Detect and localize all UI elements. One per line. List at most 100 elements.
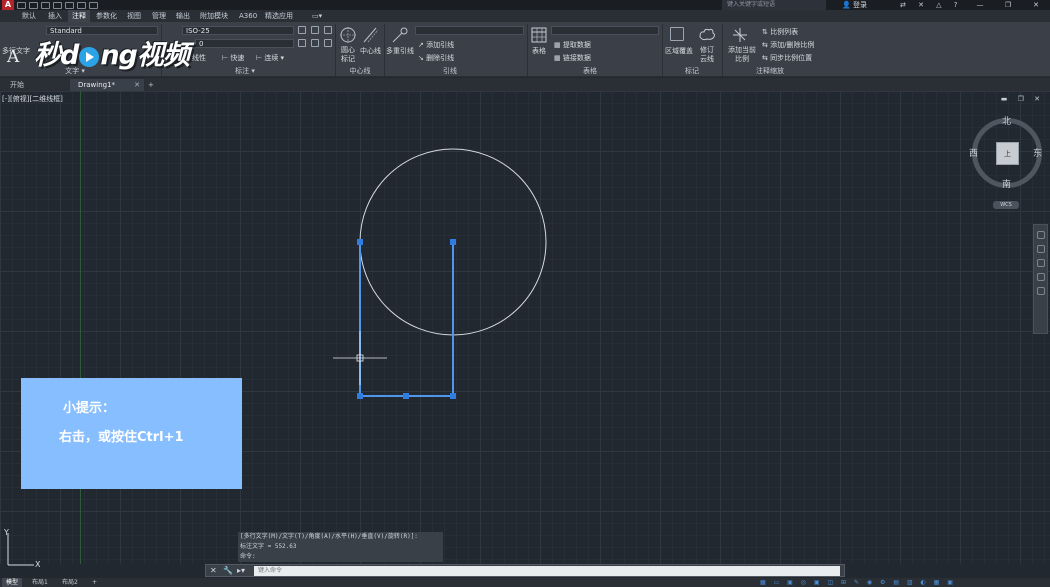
multileader-label[interactable]: 多重引线 xyxy=(386,46,414,56)
save-icon[interactable] xyxy=(41,1,50,9)
grip-point[interactable] xyxy=(450,393,456,399)
link-data-button[interactable]: ▦ 链接数据 xyxy=(554,53,591,63)
new-tab-button[interactable]: + xyxy=(145,79,159,91)
markup-panel-footer[interactable]: 标记 xyxy=(677,66,707,77)
dim-tool-icon[interactable] xyxy=(298,26,306,34)
centerline-panel-footer[interactable]: 中心线 xyxy=(340,66,380,77)
linear-dim-button[interactable]: 线性 xyxy=(192,53,206,63)
compass-south[interactable]: 南 xyxy=(1002,177,1011,190)
pan-icon[interactable] xyxy=(1036,245,1045,253)
plot-icon[interactable] xyxy=(65,1,74,9)
selected-polyline[interactable] xyxy=(359,242,454,397)
orbit-icon[interactable] xyxy=(1036,273,1045,281)
multiline-text-label[interactable]: 多行文字 xyxy=(2,46,30,56)
table-style-select[interactable] xyxy=(551,26,659,35)
customize-icon[interactable]: 🔧 xyxy=(223,566,233,575)
compass-east[interactable]: 东 xyxy=(1033,146,1042,159)
command-input[interactable] xyxy=(254,566,840,576)
wcs-menu[interactable]: WCS xyxy=(993,201,1019,209)
continue-dim-button[interactable]: ⊢ 连续 ▾ xyxy=(256,53,284,63)
multileader-icon[interactable] xyxy=(391,26,409,44)
tab-default[interactable]: 默认 xyxy=(18,10,40,22)
zoom-icon[interactable] xyxy=(1036,259,1045,267)
add-delete-scale-button[interactable]: ⇆ 添加/删除比例 xyxy=(762,40,814,50)
save-as-icon[interactable] xyxy=(53,1,62,9)
quick-dim-button[interactable]: ⊢ 快速 xyxy=(222,53,244,63)
undo-icon[interactable] xyxy=(77,1,86,9)
title-bar-tools[interactable]: ⇄ ✕ △ ? xyxy=(900,0,963,10)
full-navigation-wheel-icon[interactable] xyxy=(1036,231,1045,239)
logo-text-end: ng视频 xyxy=(100,40,190,71)
tab-start[interactable]: 开始 xyxy=(2,79,68,91)
grip-point[interactable] xyxy=(357,393,363,399)
sync-scale-button[interactable]: ⇆ 同步比例位置 xyxy=(762,53,812,63)
tab-annotate[interactable]: 注释 xyxy=(68,10,90,22)
search-input[interactable]: 键入关键字或短语 xyxy=(722,0,826,10)
tab-a360[interactable]: A360 xyxy=(235,10,261,22)
centerline-label[interactable]: 中心线 xyxy=(360,46,381,56)
status-toggle-icons[interactable]: ▦ ▭ ▣ ◎ ▣ ◫ ⊞ ✎ ◉ ⚙ ▤ ▥ ◐ ▦ ▣ xyxy=(760,579,956,586)
scale-panel-footer[interactable]: 注释缩放 xyxy=(740,66,800,77)
new-file-icon[interactable] xyxy=(17,1,26,9)
drawing-geometry[interactable] xyxy=(0,91,1050,564)
tab-addins[interactable]: 附加模块 xyxy=(196,10,232,22)
multileader-style-select[interactable] xyxy=(415,26,524,35)
remove-leader-button[interactable]: ↘ 删除引线 xyxy=(418,53,454,63)
scale-list-button[interactable]: ⇅ 比例列表 xyxy=(762,27,798,37)
dim-style-select[interactable]: ISO-25 xyxy=(182,26,294,35)
dim-tool-icon[interactable] xyxy=(298,39,306,47)
add-scale-label[interactable]: 添加当前比例 xyxy=(728,46,756,64)
compass-north[interactable]: 北 xyxy=(1002,114,1011,127)
open-file-icon[interactable] xyxy=(29,1,38,9)
table-icon[interactable] xyxy=(531,27,547,43)
tab-insert[interactable]: 插入 xyxy=(44,10,66,22)
showmotion-icon[interactable] xyxy=(1036,287,1045,295)
tab-drawing1[interactable]: Drawing1* ✕ xyxy=(70,79,144,91)
dimension-panel-footer[interactable]: 标注 ▾ xyxy=(215,66,275,77)
tab-manage[interactable]: 管理 xyxy=(148,10,170,22)
login-button[interactable]: 👤 登录 xyxy=(842,0,867,10)
dim-tool-icon[interactable] xyxy=(324,26,332,34)
table-label[interactable]: 表格 xyxy=(532,46,546,56)
recent-commands-icon[interactable]: ▸▾ xyxy=(237,566,245,575)
centerline-icon[interactable] xyxy=(362,26,378,44)
tab-model[interactable]: 模型 xyxy=(2,578,23,587)
close-tab-icon[interactable]: ✕ xyxy=(134,79,140,91)
center-mark-label[interactable]: 圆心标记 xyxy=(341,46,355,64)
tab-featured-apps[interactable]: 精选应用 xyxy=(261,10,297,22)
tab-layout2[interactable]: 布局2 xyxy=(58,578,82,587)
dim-tool-icon[interactable] xyxy=(324,39,332,47)
status-bar: 模型 布局1 布局2 + ▦ ▭ ▣ ◎ ▣ ◫ ⊞ ✎ ◉ ⚙ ▤ ▥ ◐ ▦… xyxy=(0,578,1050,587)
add-layout-button[interactable]: + xyxy=(88,578,101,587)
leader-panel-footer[interactable]: 引线 xyxy=(430,66,470,77)
revcloud-label[interactable]: 修订云线 xyxy=(700,46,714,64)
extract-data-button[interactable]: ▦ 提取数据 xyxy=(554,40,591,50)
revcloud-icon[interactable] xyxy=(698,27,716,41)
compass-west[interactable]: 西 xyxy=(969,146,978,159)
wipeout-label[interactable]: 区域覆盖 xyxy=(665,46,693,56)
tab-view[interactable]: 视图 xyxy=(123,10,145,22)
ribbon-toggle-icon[interactable]: ▭▾ xyxy=(308,10,326,22)
drawing-canvas[interactable]: [-][俯视][二维线框] ▬ ❐ ✕ 上 北 南 东 西 WCS 小提示： 右… xyxy=(0,91,1050,569)
grip-point[interactable] xyxy=(357,239,363,245)
redo-icon[interactable] xyxy=(89,1,98,9)
tab-layout1[interactable]: 布局1 xyxy=(28,578,52,587)
tab-parametric[interactable]: 参数化 xyxy=(92,10,121,22)
dim-tool-icon[interactable] xyxy=(311,39,319,47)
tab-output[interactable]: 输出 xyxy=(172,10,194,22)
center-mark-icon[interactable] xyxy=(339,26,357,44)
dim-tool-icon[interactable] xyxy=(311,26,319,34)
application-menu-button[interactable]: A xyxy=(2,0,14,10)
viewcube-top-face[interactable]: 上 xyxy=(996,142,1019,165)
grip-point[interactable] xyxy=(403,393,409,399)
add-leader-button[interactable]: ↗ 添加引线 xyxy=(418,40,454,50)
minimize-icon[interactable]: — xyxy=(966,0,994,10)
close-command-line-icon[interactable]: ✕ xyxy=(210,566,217,575)
wipeout-icon[interactable] xyxy=(670,27,684,41)
grip-point[interactable] xyxy=(450,239,456,245)
close-icon[interactable]: ✕ xyxy=(1022,0,1050,10)
add-scale-icon[interactable] xyxy=(731,26,749,44)
table-panel-footer[interactable]: 表格 xyxy=(575,66,605,77)
maximize-icon[interactable]: ❐ xyxy=(994,0,1022,10)
dim-layer-select[interactable]: 0 xyxy=(195,39,294,48)
